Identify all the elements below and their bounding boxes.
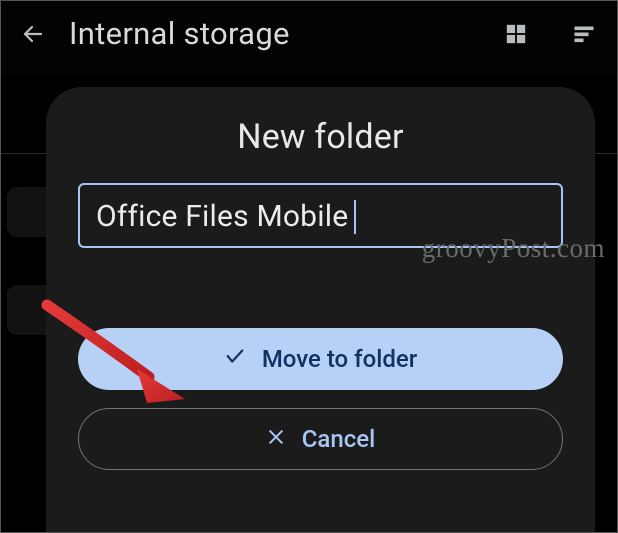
sort-icon[interactable]	[571, 21, 597, 47]
text-caret	[354, 200, 356, 234]
page-title: Internal storage	[69, 15, 461, 52]
close-icon	[266, 425, 286, 453]
grid-view-icon[interactable]	[503, 21, 529, 47]
cancel-button-label: Cancel	[302, 425, 375, 453]
dialog-title: New folder	[237, 117, 403, 157]
check-icon	[224, 345, 246, 373]
cancel-button[interactable]: Cancel	[78, 408, 563, 470]
folder-name-value: Office Files Mobile	[96, 199, 348, 234]
folder-name-input[interactable]: Office Files Mobile	[78, 183, 563, 248]
app-topbar: Internal storage	[1, 1, 617, 66]
move-to-folder-button[interactable]: Move to folder	[78, 328, 563, 390]
new-folder-dialog: New folder Office Files Mobile Move to f…	[46, 87, 595, 532]
back-icon[interactable]	[21, 22, 45, 46]
move-button-label: Move to folder	[262, 345, 417, 373]
